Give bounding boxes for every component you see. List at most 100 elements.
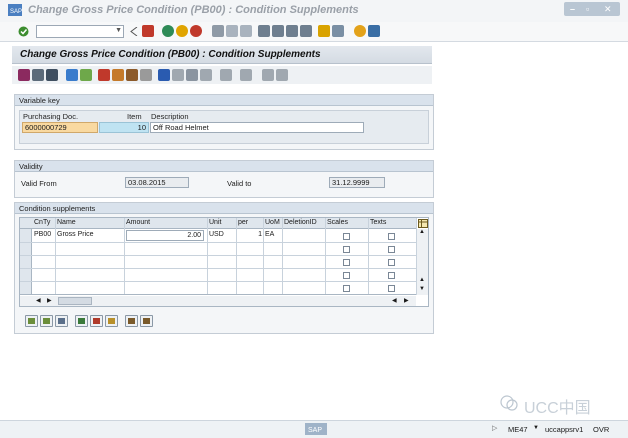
scales-checkbox[interactable] xyxy=(343,233,350,240)
back-arrow-icon[interactable] xyxy=(130,27,138,36)
select-all-button[interactable] xyxy=(25,315,38,327)
supplements-icon[interactable] xyxy=(276,69,288,81)
column-header-unit[interactable]: Unit xyxy=(209,218,221,228)
close-icon[interactable]: ✕ xyxy=(604,4,612,15)
validity-title: Validity xyxy=(15,161,433,172)
key-icon[interactable] xyxy=(186,69,198,81)
horizontal-scrollbar[interactable]: ◀ ▶ ◀ ▶ xyxy=(20,296,416,306)
scales-checkbox[interactable] xyxy=(343,285,350,292)
item-field[interactable]: 10 xyxy=(99,122,149,133)
new-session-icon[interactable] xyxy=(318,25,330,37)
shortcut-icon[interactable] xyxy=(332,25,344,37)
next-page-icon[interactable] xyxy=(286,25,298,37)
column-header-name[interactable]: Name xyxy=(57,218,76,228)
scroll-right-icon[interactable]: ▶ xyxy=(404,297,409,304)
display-icon[interactable] xyxy=(32,69,44,81)
column-header-per[interactable]: per xyxy=(238,218,248,228)
table-settings-icon[interactable] xyxy=(418,219,428,228)
deselect-all-button[interactable] xyxy=(55,315,68,327)
minimize-icon[interactable]: – xyxy=(570,4,575,14)
insert-row-button[interactable] xyxy=(75,315,88,327)
status-bar: SAP ▷ ME47 ▼ uccappsrv1 OVR xyxy=(0,420,628,438)
row-selector-column[interactable] xyxy=(20,229,32,295)
valid-from-field[interactable]: 03.08.2015 xyxy=(125,177,189,188)
texts-checkbox[interactable] xyxy=(388,246,395,253)
cancel-icon[interactable] xyxy=(190,25,202,37)
row-unit[interactable]: USD xyxy=(209,230,224,240)
row-per[interactable]: 1 xyxy=(238,230,262,240)
maximize-icon[interactable]: ▫ xyxy=(586,4,589,14)
first-entry-button[interactable] xyxy=(125,315,138,327)
texts-checkbox[interactable] xyxy=(388,233,395,240)
row-name[interactable]: Gross Price xyxy=(57,230,94,240)
column-header-uom[interactable]: UoM xyxy=(265,218,280,228)
row-amount[interactable]: 2.00 xyxy=(126,230,204,241)
scales-checkbox[interactable] xyxy=(343,272,350,279)
scales-icon[interactable] xyxy=(172,69,184,81)
copy-icon[interactable] xyxy=(112,69,124,81)
delete-icon[interactable] xyxy=(98,69,110,81)
scales-checkbox[interactable] xyxy=(343,259,350,266)
chevron-down-icon[interactable]: ▼ xyxy=(115,27,122,34)
scroll-up-small-icon[interactable]: ▲ xyxy=(419,277,425,283)
insert-mode: OVR xyxy=(593,425,610,434)
texts-checkbox[interactable] xyxy=(388,285,395,292)
save-icon[interactable] xyxy=(142,25,154,37)
command-field[interactable]: ▼ xyxy=(36,25,124,38)
refresh-icon[interactable] xyxy=(80,69,92,81)
texts-icon[interactable] xyxy=(240,69,252,81)
valid-to-field[interactable]: 31.12.9999 xyxy=(329,177,385,188)
help-icon[interactable] xyxy=(354,25,366,37)
row-uom[interactable]: EA xyxy=(265,230,274,240)
edit-icon[interactable] xyxy=(140,69,152,81)
last-page-icon[interactable] xyxy=(300,25,312,37)
exit-icon[interactable] xyxy=(176,25,188,37)
sap-status-logo-icon: SAP xyxy=(305,423,327,435)
window-title: Change Gross Price Condition (PB00) : Co… xyxy=(28,4,359,16)
column-header-deletion-id[interactable]: DeletionID xyxy=(284,218,317,228)
column-header-texts[interactable]: Texts xyxy=(370,218,386,228)
free-goods-icon[interactable] xyxy=(262,69,274,81)
next-entry-button[interactable] xyxy=(140,315,153,327)
grid-line xyxy=(55,218,56,295)
row-cnty[interactable]: PB00 xyxy=(34,230,51,240)
column-header-amount[interactable]: Amount xyxy=(126,218,150,228)
scales-checkbox[interactable] xyxy=(343,246,350,253)
screen-title: Change Gross Price Condition (PB00) : Co… xyxy=(20,49,321,60)
find-icon[interactable] xyxy=(226,25,238,37)
texts-checkbox[interactable] xyxy=(388,272,395,279)
transaction-dropdown-icon[interactable]: ▼ xyxy=(533,425,539,431)
first-page-icon[interactable] xyxy=(258,25,270,37)
find-next-icon[interactable] xyxy=(240,25,252,37)
enter-check-icon[interactable] xyxy=(18,26,29,37)
insert-icon[interactable] xyxy=(126,69,138,81)
description-field[interactable]: Off Road Helmet xyxy=(150,122,364,133)
list-icon[interactable] xyxy=(46,69,58,81)
server-name: uccappsrv1 xyxy=(545,425,584,434)
scroll-up-icon[interactable]: ▲ xyxy=(419,229,425,235)
back-icon[interactable] xyxy=(162,25,174,37)
details-icon[interactable] xyxy=(66,69,78,81)
scroll-left-icon[interactable]: ◀ xyxy=(36,297,41,304)
user-icon[interactable] xyxy=(220,69,232,81)
column-header-scales[interactable]: Scales xyxy=(327,218,348,228)
scroll-thumb[interactable] xyxy=(58,297,92,305)
select-block-button[interactable] xyxy=(40,315,53,327)
info-icon[interactable] xyxy=(158,69,170,81)
vertical-scrollbar[interactable]: ▲ ▲ ▼ xyxy=(417,229,428,295)
delete-row-button[interactable] xyxy=(90,315,103,327)
texts-checkbox[interactable] xyxy=(388,259,395,266)
column-header-cnty[interactable]: CnTy xyxy=(34,218,50,228)
previous-page-icon[interactable] xyxy=(272,25,284,37)
select-block-icon xyxy=(43,318,50,324)
glasses-icon[interactable] xyxy=(18,69,30,81)
detail-button[interactable] xyxy=(105,315,118,327)
print-icon[interactable] xyxy=(212,25,224,37)
layout-icon[interactable] xyxy=(368,25,380,37)
scroll-left-end-icon[interactable]: ◀ xyxy=(392,297,397,304)
additional-data-icon[interactable] xyxy=(200,69,212,81)
status-expand-icon[interactable]: ▷ xyxy=(492,424,497,432)
scroll-right-small-icon[interactable]: ▶ xyxy=(47,297,52,304)
purchasing-doc-field[interactable]: 6000000729 xyxy=(22,122,98,133)
scroll-down-icon[interactable]: ▼ xyxy=(419,286,425,292)
